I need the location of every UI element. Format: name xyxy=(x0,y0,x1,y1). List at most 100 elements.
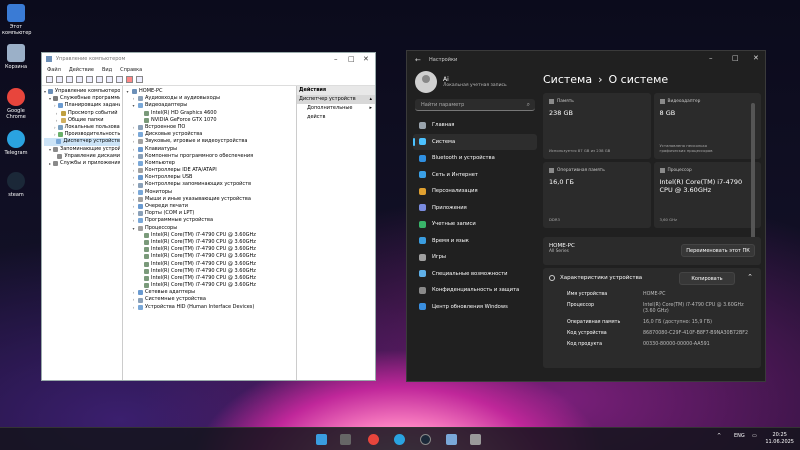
user-profile[interactable]: Ai Локальная учетная запись xyxy=(413,71,537,93)
maximize-icon[interactable]: □ xyxy=(348,55,355,63)
device-category[interactable]: › Программные устройства xyxy=(125,217,294,224)
clock[interactable]: 20:25 11.06.2025 xyxy=(765,432,794,446)
nav-item[interactable]: Главная xyxy=(413,117,537,134)
language-indicator[interactable]: ENG xyxy=(734,433,745,439)
device-item[interactable]: Intel(R) Core(TM) i7-4790 CPU @ 3.60GHz xyxy=(125,246,294,253)
device-category[interactable]: › Мониторы xyxy=(125,189,294,196)
scan-icon[interactable] xyxy=(96,76,103,83)
device-category[interactable]: ▾ Процессоры xyxy=(125,225,294,232)
expand-icon[interactable]: ▾ xyxy=(49,95,51,102)
breadcrumb-parent[interactable]: Система xyxy=(543,73,592,86)
device-category[interactable]: › Контроллеры IDE ATA/ATAPI xyxy=(125,167,294,174)
device-item[interactable]: Intel(R) Core(TM) i7-4790 CPU @ 3.60GHz xyxy=(125,232,294,239)
rename-pc-button[interactable]: Переименовать этот ПК xyxy=(681,244,755,257)
expand-icon[interactable]: › xyxy=(131,146,136,153)
back-arrow-icon[interactable]: ← xyxy=(415,56,421,64)
expand-icon[interactable]: › xyxy=(131,296,136,303)
minimize-icon[interactable]: – xyxy=(334,55,338,63)
computer-management-icon[interactable] xyxy=(446,434,457,445)
action-device-manager[interactable]: Диспетчер устройств ▴ xyxy=(297,95,375,104)
chrome-icon[interactable] xyxy=(368,434,379,445)
start-icon[interactable] xyxy=(316,434,327,445)
desktop-icon[interactable]: Telegram xyxy=(2,130,30,156)
network-icon[interactable]: ▭ xyxy=(752,433,757,439)
menu-item[interactable]: Файл xyxy=(47,67,61,73)
desktop-icon[interactable]: Этот компьютер xyxy=(2,4,31,36)
expand-icon[interactable]: › xyxy=(54,131,56,138)
expand-icon[interactable]: › xyxy=(131,95,136,102)
expand-icon[interactable]: › xyxy=(54,110,59,117)
desktop-icon[interactable]: steam xyxy=(2,172,30,198)
expand-icon[interactable]: ▾ xyxy=(49,146,51,153)
expand-icon[interactable]: › xyxy=(54,117,59,124)
device-item[interactable]: Intel(R) Core(TM) i7-4790 CPU @ 3.60GHz xyxy=(125,275,294,282)
menu-item[interactable]: Справка xyxy=(120,67,142,73)
action-more[interactable]: Дополнительные действ ▸ xyxy=(297,104,375,120)
settings-search-input[interactable]: Найти параметр ⌕ xyxy=(415,99,535,111)
close-icon[interactable]: ✕ xyxy=(363,55,369,63)
chevron-up-icon[interactable]: ^ xyxy=(717,433,721,439)
expand-icon[interactable]: › xyxy=(131,181,136,188)
nav-item[interactable]: Специальные возможности xyxy=(413,266,537,283)
nav-item[interactable]: Приложения xyxy=(413,200,537,217)
steam-icon[interactable] xyxy=(420,434,431,445)
console-tree-item[interactable]: › Общие папки xyxy=(44,117,120,124)
expand-icon[interactable]: › xyxy=(131,174,136,181)
expand-icon[interactable]: › xyxy=(131,203,136,210)
console-tree-item[interactable]: › Просмотр событий xyxy=(44,110,120,117)
device-item[interactable]: Intel(R) Core(TM) i7-4790 CPU @ 3.60GHz xyxy=(125,253,294,260)
console-tree-item[interactable]: ▾ Управление компьютером (л xyxy=(44,88,120,95)
nav-item[interactable]: Учетные записи xyxy=(413,216,537,233)
expand-icon[interactable]: › xyxy=(131,304,136,311)
nav-item[interactable]: Игры xyxy=(413,249,537,266)
expand-icon[interactable]: › xyxy=(131,189,136,196)
nav-item[interactable]: Конфиденциальность и защита xyxy=(413,282,537,299)
device-category[interactable]: › Очереди печати xyxy=(125,203,294,210)
up-icon[interactable] xyxy=(66,76,73,83)
expand-icon[interactable]: › xyxy=(131,131,136,138)
device-item[interactable]: Intel(R) Core(TM) i7-4790 CPU @ 3.60GHz xyxy=(125,239,294,246)
disable-icon[interactable] xyxy=(116,76,123,83)
device-category[interactable]: › Контроллеры USB xyxy=(125,174,294,181)
device-category[interactable]: › Контроллеры запоминающих устройств xyxy=(125,181,294,188)
device-item[interactable]: NVIDIA GeForce GTX 1070 xyxy=(125,117,294,124)
console-tree-item[interactable]: › Производительность xyxy=(44,131,120,138)
device-category[interactable]: ▾ Видеоадаптеры xyxy=(125,102,294,109)
device-category[interactable]: › Порты (COM и LPT) xyxy=(125,210,294,217)
expand-icon[interactable]: › xyxy=(131,289,136,296)
expand-icon[interactable]: ▾ xyxy=(125,88,130,95)
expand-icon[interactable]: ▾ xyxy=(44,88,46,95)
expand-icon[interactable]: › xyxy=(54,124,56,131)
device-category[interactable]: › Компоненты программного обеспечения xyxy=(125,153,294,160)
nav-item[interactable]: Время и язык xyxy=(413,233,537,250)
console-tree-item[interactable]: ▸ Службы и приложения xyxy=(44,160,120,167)
expand-icon[interactable]: ▸ xyxy=(49,160,51,167)
device-category[interactable]: › Встроенное ПО xyxy=(125,124,294,131)
desktop-icon[interactable]: Google Chrome xyxy=(2,88,30,120)
expand-icon[interactable]: › xyxy=(131,167,136,174)
settings-icon[interactable] xyxy=(470,434,481,445)
device-item[interactable]: Intel(R) HD Graphics 4600 xyxy=(125,110,294,117)
download-icon[interactable] xyxy=(136,76,143,83)
device-category[interactable]: › Клавиатуры xyxy=(125,146,294,153)
copy-button[interactable]: Копировать xyxy=(679,272,735,285)
console-tree-item[interactable]: › Планировщик заданий xyxy=(44,102,120,109)
nav-item[interactable]: Сеть и Интернет xyxy=(413,167,537,184)
expand-icon[interactable]: › xyxy=(131,210,136,217)
console-tree-item[interactable]: Управление дисками xyxy=(44,153,120,160)
nav-item[interactable]: Bluetooth и устройства xyxy=(413,150,537,167)
back-icon[interactable] xyxy=(46,76,53,83)
chevron-up-icon[interactable]: ⌃ xyxy=(747,273,753,281)
device-category[interactable]: › Дисковые устройства xyxy=(125,131,294,138)
properties-icon[interactable] xyxy=(76,76,83,83)
device-category[interactable]: › Звуковые, игровые и видеоустройства xyxy=(125,138,294,145)
nav-item[interactable]: Центр обновления Windows xyxy=(413,299,537,316)
expand-icon[interactable]: ▾ xyxy=(131,225,136,232)
menu-item[interactable]: Вид xyxy=(102,67,112,73)
console-tree-item[interactable]: Диспетчер устройств xyxy=(44,138,120,146)
desktop-icon[interactable]: Корзина xyxy=(2,44,30,70)
expand-icon[interactable]: › xyxy=(131,196,136,203)
device-category[interactable]: › Системные устройства xyxy=(125,296,294,303)
expand-icon[interactable]: ▾ xyxy=(131,102,136,109)
telegram-icon[interactable] xyxy=(394,434,405,445)
